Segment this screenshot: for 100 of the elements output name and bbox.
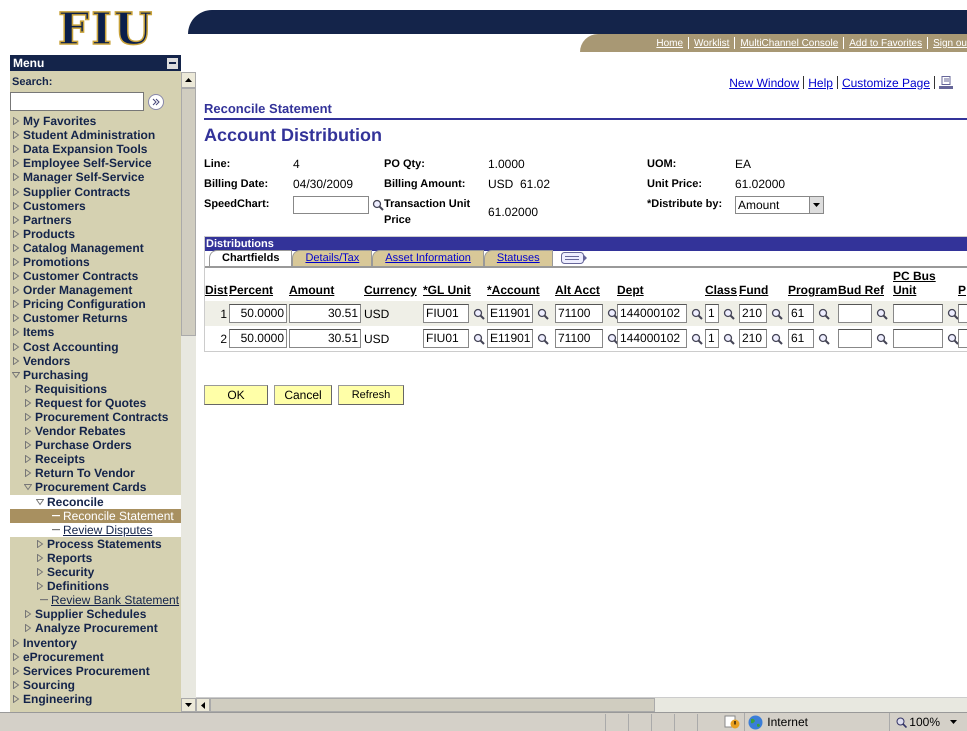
search-icon[interactable] (537, 332, 549, 344)
menu-folder[interactable]: Items (23, 325, 54, 340)
menu-folder[interactable]: Student Administration (23, 128, 156, 142)
input-field[interactable] (838, 304, 872, 323)
menu-folder[interactable]: Procurement Cards (35, 480, 146, 494)
search-icon[interactable] (372, 199, 384, 211)
menu-folder[interactable]: Requisitions (35, 382, 108, 396)
input-field[interactable]: FIU01 (423, 329, 469, 348)
column-header[interactable]: Alt Acct (555, 283, 617, 297)
page-link[interactable]: New Window (729, 74, 800, 92)
select-field[interactable]: Amount (735, 196, 824, 214)
column-header[interactable]: Bud Ref (838, 283, 893, 297)
input-field[interactable]: 144000102 (617, 304, 687, 323)
search-icon[interactable] (473, 332, 485, 344)
input-field[interactable]: 210 (739, 329, 767, 348)
menu-folder[interactable]: My Favorites (23, 114, 96, 128)
input-field[interactable] (893, 304, 943, 323)
tab[interactable]: Details/Tax (292, 250, 372, 266)
action-button[interactable]: Refresh (338, 385, 404, 405)
input-field[interactable]: 1 (705, 329, 719, 348)
search-icon[interactable] (691, 332, 703, 344)
menu-folder[interactable]: Supplier Contracts (23, 184, 130, 199)
menu-folder[interactable]: Data Expansion Tools (23, 142, 148, 156)
search-icon[interactable] (607, 308, 619, 320)
menu-folder[interactable]: eProcurement (23, 650, 104, 664)
search-icon[interactable] (691, 308, 703, 320)
input-field[interactable]: 144000102 (617, 329, 687, 348)
menu-folder[interactable]: Purchase Orders (35, 438, 132, 452)
menu-folder[interactable]: Analyze Procurement (35, 621, 158, 636)
search-icon[interactable] (771, 308, 783, 320)
input-field[interactable]: 61 (788, 329, 814, 348)
search-icon[interactable] (876, 308, 888, 320)
scroll-down-icon[interactable] (185, 703, 192, 707)
action-button[interactable]: OK (204, 385, 268, 405)
caret-icon[interactable] (950, 720, 957, 724)
column-header[interactable]: Class (705, 283, 739, 297)
menu-folder[interactable]: Purchasing (23, 368, 88, 382)
tab[interactable]: Asset Information (372, 250, 484, 266)
zoom-level[interactable]: 100% (909, 713, 940, 731)
search-icon[interactable] (607, 332, 619, 344)
menu-folder[interactable]: Pricing Configuration (23, 297, 146, 312)
column-header[interactable]: P (958, 283, 967, 297)
menu-folder[interactable]: Supplier Schedules (35, 607, 146, 622)
search-icon[interactable] (473, 308, 485, 320)
menu-folder[interactable]: Security (47, 565, 94, 580)
search-icon[interactable] (723, 308, 735, 320)
menu-folder[interactable]: Procurement Contracts (35, 410, 168, 424)
menu-folder[interactable]: Employee Self-Service (23, 156, 152, 170)
input-field[interactable]: 30.51 (289, 329, 361, 348)
column-header[interactable]: Fund (739, 283, 788, 297)
column-header[interactable]: *GL Unit (423, 283, 487, 297)
search-icon[interactable] (947, 308, 959, 320)
column-header[interactable]: Dist (205, 283, 229, 297)
column-header[interactable]: *Account (487, 283, 555, 297)
menu-folder[interactable]: Order Management (23, 283, 132, 298)
scroll-left-icon[interactable] (201, 702, 205, 708)
menu-folder[interactable]: Receipts (35, 452, 86, 466)
search-icon[interactable] (537, 308, 549, 320)
menu-folder[interactable]: Process Statements (47, 536, 162, 551)
menu-folder[interactable]: Customer Returns (23, 311, 128, 326)
input-field[interactable]: 50.0000 (229, 304, 287, 323)
input-field[interactable]: 61 (788, 304, 814, 323)
dropdown-arrow-icon[interactable] (813, 203, 820, 207)
column-header[interactable]: Currency (364, 283, 423, 297)
menu-folder[interactable]: Request for Quotes (35, 396, 146, 410)
input-field[interactable]: E11901 (487, 304, 533, 323)
search-icon[interactable] (818, 308, 830, 320)
menu-folder[interactable]: Engineering (23, 692, 92, 706)
go-button[interactable] (148, 94, 164, 110)
scroll-up-icon[interactable] (185, 78, 192, 82)
menu-folder[interactable]: Products (23, 226, 76, 241)
input-field[interactable]: 71100 (555, 304, 603, 323)
menu-folder[interactable]: Customer Contracts (23, 269, 138, 284)
menu-folder[interactable]: Catalog Management (23, 240, 144, 255)
menu-folder[interactable]: Definitions (47, 579, 109, 594)
menu-folder[interactable]: Partners (23, 212, 72, 227)
input-field[interactable]: 30.51 (289, 304, 361, 323)
search-icon[interactable] (818, 332, 830, 344)
column-header[interactable]: Program (788, 283, 838, 297)
grid-view-icon[interactable] (560, 252, 587, 264)
tab[interactable]: Statuses (484, 250, 553, 266)
search-icon[interactable] (723, 332, 735, 344)
action-button[interactable]: Cancel (274, 385, 332, 405)
input-field[interactable]: 1 (705, 304, 719, 323)
menu-folder[interactable]: Cost Accounting (23, 340, 119, 354)
search-icon[interactable] (947, 332, 959, 344)
menu-link[interactable]: Review Bank Statement (51, 593, 180, 608)
input-field[interactable]: 71100 (555, 329, 603, 348)
input-field[interactable]: E11901 (487, 329, 533, 348)
menu-folder[interactable]: Services Procurement (23, 664, 150, 678)
menu-folder[interactable]: Sourcing (23, 678, 76, 692)
page-link[interactable]: Help (808, 74, 833, 92)
input-field[interactable] (838, 329, 872, 348)
menu-folder[interactable]: Vendor Rebates (35, 424, 126, 438)
input-field[interactable] (893, 329, 943, 348)
tab[interactable]: Chartfields (209, 250, 292, 266)
vertical-scrollbar[interactable] (181, 72, 196, 712)
input-field[interactable]: 50.0000 (229, 329, 287, 348)
search-icon[interactable] (876, 332, 888, 344)
input-field[interactable]: FIU01 (423, 304, 469, 323)
